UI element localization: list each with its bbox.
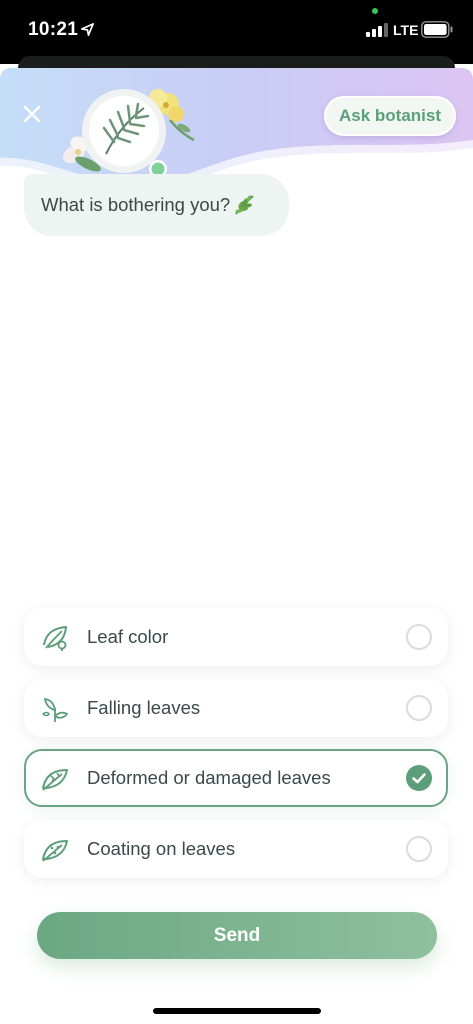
close-icon[interactable] xyxy=(18,100,46,128)
option-coating-on-leaves[interactable]: Coating on leaves xyxy=(24,820,448,878)
checkmark-icon xyxy=(412,773,426,784)
question-text: What is bothering you? xyxy=(41,194,231,215)
option-deformed-leaves[interactable]: Deformed or damaged leaves xyxy=(24,749,448,807)
coated-leaf-icon xyxy=(42,840,68,862)
location-arrow-icon xyxy=(81,23,94,36)
radio-unchecked[interactable] xyxy=(406,624,432,650)
leaf-color-icon xyxy=(43,626,67,651)
option-label: Deformed or damaged leaves xyxy=(87,767,331,788)
damaged-leaf-icon xyxy=(42,769,68,791)
question-bubble: What is bothering you? xyxy=(24,174,289,236)
option-label: Falling leaves xyxy=(87,697,201,718)
status-time: 10:21 xyxy=(28,19,79,40)
radio-checked[interactable] xyxy=(406,765,432,791)
falling-leaves-icon xyxy=(41,697,69,722)
option-label: Coating on leaves xyxy=(87,838,236,859)
privacy-indicator xyxy=(372,8,378,14)
network-type: LTE xyxy=(393,22,419,38)
cellular-signal-icon xyxy=(366,23,388,37)
radio-unchecked[interactable] xyxy=(406,695,432,721)
ask-botanist-button[interactable]: Ask botanist xyxy=(324,96,456,136)
battery-icon xyxy=(421,21,453,38)
radio-unchecked[interactable] xyxy=(406,836,432,862)
option-falling-leaves[interactable]: Falling leaves xyxy=(24,679,448,737)
send-button[interactable]: Send xyxy=(37,912,437,959)
option-label: Leaf color xyxy=(87,626,169,647)
option-leaf-color[interactable]: Leaf color xyxy=(24,608,448,666)
status-bar: 10:21 LTE xyxy=(0,0,473,64)
home-indicator[interactable] xyxy=(153,1008,321,1014)
herb-emoji-icon xyxy=(235,195,254,215)
